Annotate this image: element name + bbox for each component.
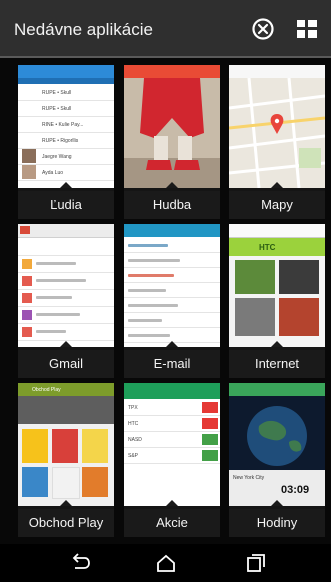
- recent-app-label: Ľudia: [18, 191, 114, 219]
- back-icon[interactable]: [69, 553, 91, 573]
- system-navigation-bar: [0, 544, 331, 582]
- recent-app-card-stocks[interactable]: TPX HTC NASD S&P Akcie: [124, 383, 220, 537]
- recent-apps-grid: RUPE • Skull RUPE • Skull RINE • Kulie P…: [0, 58, 331, 544]
- music-thumbnail: [124, 65, 220, 188]
- recent-app-card-play-store[interactable]: Obchod Play Obchod Play: [18, 383, 114, 537]
- recent-app-card-music[interactable]: Hudba: [124, 65, 220, 219]
- recent-app-label: Akcie: [124, 509, 220, 537]
- play-store-thumbnail: Obchod Play: [18, 383, 114, 506]
- recent-app-card-gmail[interactable]: Gmail: [18, 224, 114, 378]
- recent-app-card-email[interactable]: E-mail: [124, 224, 220, 378]
- recent-app-label: Obchod Play: [18, 509, 114, 537]
- recent-app-card-people[interactable]: RUPE • Skull RUPE • Skull RINE • Kulie P…: [18, 65, 114, 219]
- internet-thumbnail: HTC: [229, 224, 325, 347]
- recents-icon[interactable]: [245, 553, 267, 573]
- recent-app-label: Hodiny: [229, 509, 325, 537]
- email-thumbnail: [124, 224, 220, 347]
- recent-app-label: Hudba: [124, 191, 220, 219]
- recent-app-label: E-mail: [124, 350, 220, 378]
- maps-thumbnail: [229, 65, 325, 188]
- recents-header: Nedávne aplikácie: [0, 0, 331, 58]
- recent-app-label: Mapy: [229, 191, 325, 219]
- clock-thumbnail: New York City 03:09: [229, 383, 325, 506]
- stocks-thumbnail: TPX HTC NASD S&P: [124, 383, 220, 506]
- recent-app-label: Internet: [229, 350, 325, 378]
- home-icon[interactable]: [155, 553, 177, 573]
- close-all-icon[interactable]: [251, 17, 275, 41]
- recent-app-card-internet[interactable]: HTC Internet: [229, 224, 325, 378]
- gmail-thumbnail: [18, 224, 114, 347]
- people-thumbnail: RUPE • Skull RUPE • Skull RINE • Kulie P…: [18, 65, 114, 188]
- page-title: Nedávne aplikácie: [14, 20, 153, 39]
- recent-app-card-maps[interactable]: Mapy: [229, 65, 325, 219]
- recent-app-card-clock[interactable]: New York City 03:09 Hodiny: [229, 383, 325, 537]
- recent-app-label: Gmail: [18, 350, 114, 378]
- grid-view-icon[interactable]: [295, 17, 319, 41]
